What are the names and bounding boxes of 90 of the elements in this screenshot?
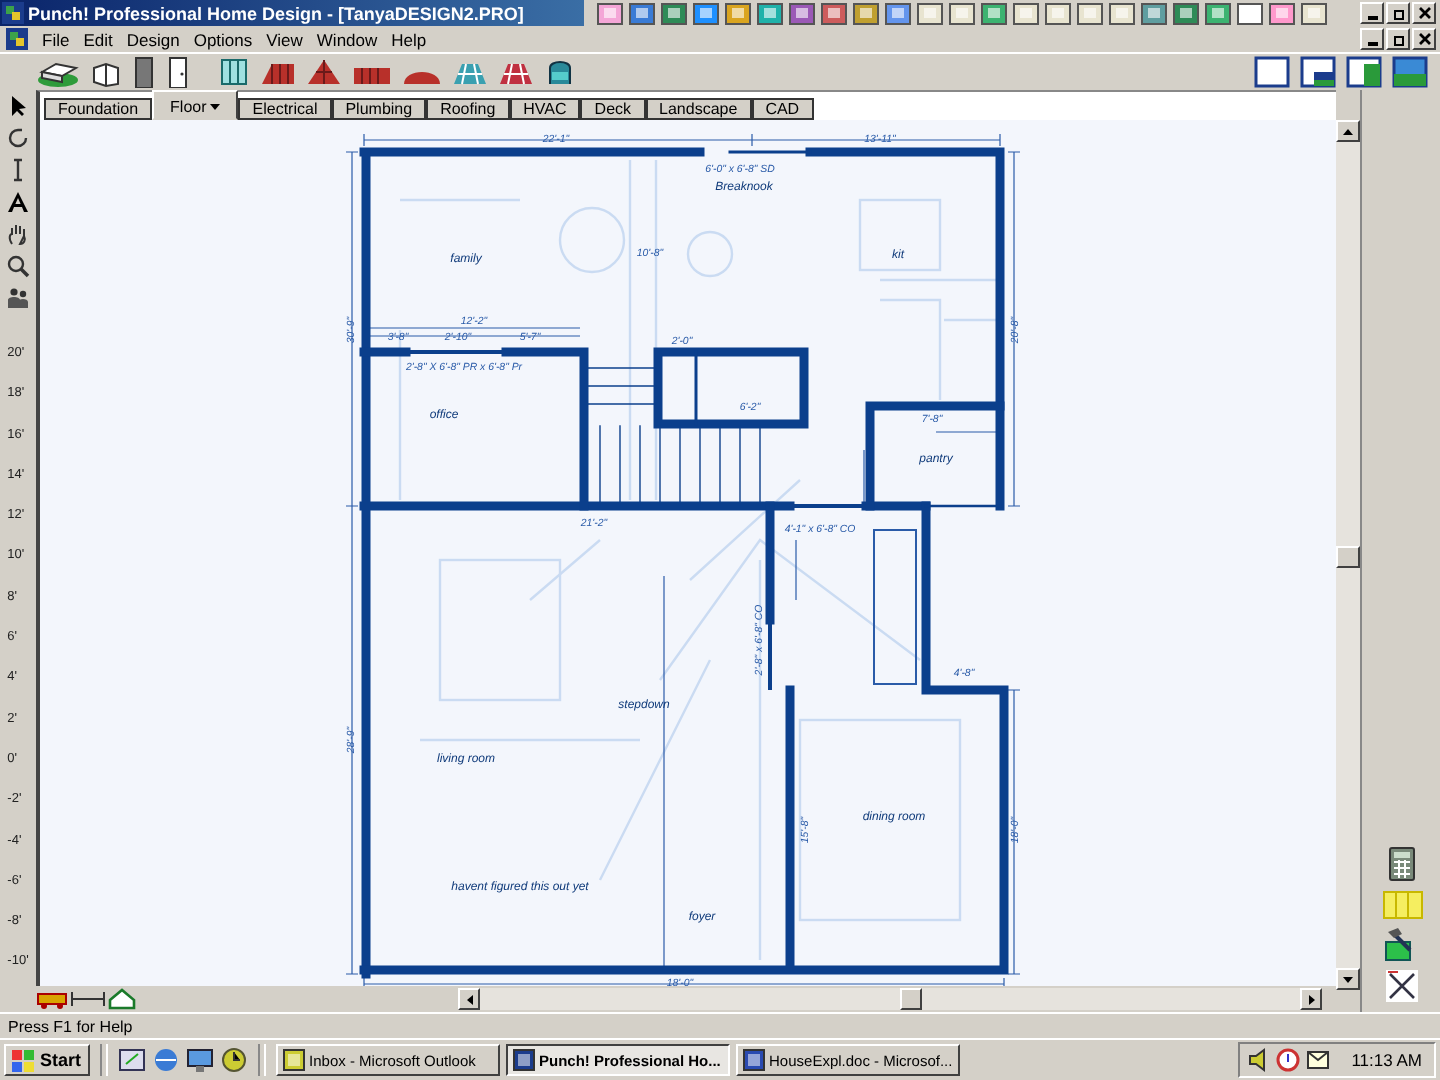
scroll-right-button[interactable] xyxy=(1300,988,1322,1011)
tab[interactable]: Roofing xyxy=(426,98,510,120)
calculator-icon[interactable] xyxy=(1387,846,1415,882)
dimension-icon[interactable] xyxy=(70,988,106,1011)
program-shortcut-icon[interactable] xyxy=(916,1,944,25)
start-button[interactable]: Start xyxy=(4,1044,90,1076)
program-shortcut-icon[interactable] xyxy=(756,1,784,25)
left-arrow-icon xyxy=(463,993,475,1006)
program-shortcut-icon[interactable] xyxy=(660,1,688,25)
door-icon[interactable] xyxy=(132,56,156,88)
door-icon[interactable] xyxy=(166,56,190,88)
menu-item[interactable]: Window xyxy=(316,29,378,49)
program-shortcut-icon[interactable] xyxy=(788,1,816,25)
program-shortcut-icon[interactable] xyxy=(724,1,752,25)
program-shortcut-icon[interactable] xyxy=(1172,1,1200,25)
program-shortcut-icon[interactable] xyxy=(1044,1,1072,25)
menu-item[interactable]: Options xyxy=(193,29,253,49)
tab[interactable]: Foundation xyxy=(44,98,153,120)
text-tool-icon[interactable] xyxy=(6,190,30,214)
people-icon[interactable] xyxy=(6,286,30,310)
down-arrow-icon xyxy=(1342,973,1354,985)
right-arrow-icon xyxy=(1305,993,1317,1006)
app-icon xyxy=(2,2,24,24)
scroll-down-button[interactable] xyxy=(1336,968,1360,990)
up-arrow-icon xyxy=(1342,125,1354,137)
view-icon[interactable] xyxy=(1300,56,1336,88)
cross-tool-icon[interactable] xyxy=(1383,968,1419,1004)
minimize-button[interactable] xyxy=(1360,2,1384,24)
tab[interactable]: CAD xyxy=(751,98,814,120)
window-icon[interactable] xyxy=(218,56,250,88)
program-shortcut-icon[interactable] xyxy=(1108,1,1136,25)
restore-button[interactable] xyxy=(1386,2,1410,24)
roof-icon[interactable] xyxy=(306,56,342,88)
program-shortcut-icon[interactable] xyxy=(1204,1,1232,25)
tab[interactable]: Deck xyxy=(580,98,646,120)
menu-item[interactable]: View xyxy=(266,29,303,49)
program-shortcut-icon[interactable] xyxy=(820,1,848,25)
tab[interactable]: Electrical xyxy=(238,98,332,120)
program-shortcut-icon[interactable] xyxy=(596,1,624,25)
pointer-icon[interactable] xyxy=(6,94,30,118)
menu-item[interactable]: File xyxy=(42,29,70,49)
tab[interactable]: Landscape xyxy=(645,98,752,120)
minimize-button[interactable] xyxy=(1360,28,1384,50)
program-icon xyxy=(741,1048,766,1072)
program-shortcut-icon[interactable] xyxy=(1236,1,1264,25)
zoom-icon[interactable] xyxy=(6,254,30,278)
program-shortcut-icon[interactable] xyxy=(948,1,976,25)
speaker-icon[interactable] xyxy=(1247,1048,1270,1072)
clock-text: 11:13 AM xyxy=(1351,1050,1422,1070)
tab[interactable]: Plumbing xyxy=(331,98,427,120)
menu-item[interactable]: Design xyxy=(126,29,180,49)
desktop-icon[interactable] xyxy=(117,1046,146,1074)
program-shortcut-icon[interactable] xyxy=(1076,1,1104,25)
view-icon[interactable] xyxy=(1254,56,1290,88)
close-button[interactable] xyxy=(1412,28,1436,50)
monitor-icon[interactable] xyxy=(185,1046,214,1074)
chair-icon[interactable] xyxy=(544,56,576,88)
program-shortcut-icon[interactable] xyxy=(1012,1,1040,25)
hand-icon[interactable] xyxy=(6,222,30,246)
view-icon[interactable] xyxy=(1346,56,1382,88)
close-icon xyxy=(1417,6,1431,20)
clock-icon[interactable] xyxy=(219,1046,248,1074)
tab[interactable]: Floor xyxy=(152,90,239,120)
close-button[interactable] xyxy=(1412,2,1436,24)
program-shortcut-icon[interactable] xyxy=(1268,1,1296,25)
program-icon xyxy=(281,1048,306,1072)
close-icon xyxy=(1417,32,1431,46)
envelope-icon[interactable] xyxy=(1305,1050,1330,1070)
scroll-up-button[interactable] xyxy=(1336,120,1360,142)
restore-button[interactable] xyxy=(1386,28,1410,50)
scroll-thumb[interactable] xyxy=(1336,546,1360,568)
menu-item[interactable]: Help xyxy=(391,29,427,49)
program-icon xyxy=(511,1048,536,1072)
program-shortcut-icon[interactable] xyxy=(692,1,720,25)
car-icon[interactable] xyxy=(36,988,68,1011)
program-shortcut-icon[interactable] xyxy=(1300,1,1328,25)
menu-item[interactable]: Edit xyxy=(83,29,113,49)
program-shortcut-icon[interactable] xyxy=(980,1,1008,25)
windows-logo-icon xyxy=(12,1049,36,1071)
program-shortcut-icon[interactable] xyxy=(884,1,912,25)
tab[interactable]: HVAC xyxy=(509,98,581,120)
status-text: Press F1 for Help xyxy=(8,1017,133,1035)
program-shortcut-icon[interactable] xyxy=(852,1,880,25)
program-shortcut-icon[interactable] xyxy=(628,1,656,25)
rotate-icon[interactable] xyxy=(6,126,30,150)
scroll-left-button[interactable] xyxy=(458,988,480,1011)
document-icon[interactable] xyxy=(6,28,28,50)
window-title: Punch! Professional Home Design - [TanyaDESIGN2.PRO] xyxy=(28,3,524,23)
scroll-thumb[interactable] xyxy=(900,988,922,1011)
program-shortcut-icon[interactable] xyxy=(1140,1,1168,25)
